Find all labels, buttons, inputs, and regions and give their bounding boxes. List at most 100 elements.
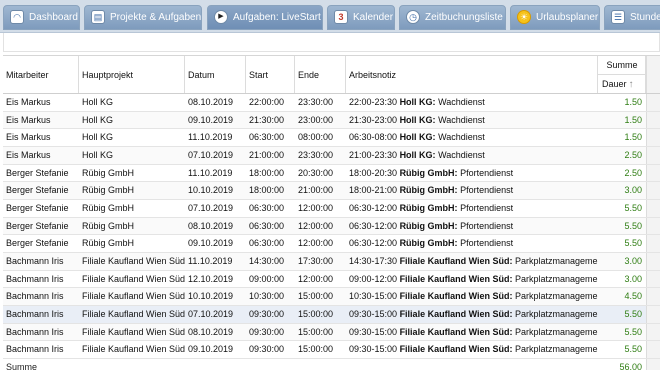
cell-ende: 21:00:00 (298, 185, 334, 196)
cell-dauer: 5.50 (624, 238, 642, 249)
cell-arbeitsnotiz: 06:30-08:00 Holl KG: Wachdienst (346, 129, 598, 146)
table-row[interactable]: Bachmann Iris Filiale Kaufland Wien Süd 07… (3, 305, 660, 324)
note-project: Filiale Kaufland Wien Süd: (399, 255, 513, 266)
note-project: Filiale Kaufland Wien Süd: (399, 273, 513, 284)
note-time: 22:00-23:30 (349, 97, 398, 107)
note-project: Rübig GmbH: (399, 220, 458, 231)
tab-kalender[interactable]: Kalender (327, 5, 395, 30)
cell-dauer: 5.50 (624, 326, 642, 337)
cell-arbeitsnotiz: 06:30-12:00 Rübig GmbH: Pfortendienst (346, 235, 598, 252)
column-header-start[interactable]: Start (246, 56, 295, 93)
scroll-track[interactable] (646, 199, 660, 217)
hours-icon (611, 10, 625, 24)
table-row[interactable]: Berger Stefanie Rübig GmbH 10.10.2019 18:00… (3, 182, 660, 200)
scroll-track[interactable] (646, 146, 660, 164)
table-row[interactable]: Bachmann Iris Filiale Kaufland Wien Süd 10… (3, 288, 660, 306)
table-row[interactable]: Eis Markus Holl KG 08.10.2019 22:00:00 23:30… (3, 94, 660, 112)
cell-mitarbeiter: Berger Stefanie (6, 220, 69, 231)
column-header-hauptprojekt[interactable]: Hauptprojekt (79, 56, 185, 93)
table-row[interactable]: Eis Markus Holl KG 07.10.2019 21:00:00 23:30… (3, 146, 660, 165)
column-header-mitarbeiter[interactable]: Mitarbeiter (3, 56, 79, 93)
cell-start: 09:30:00 (249, 308, 285, 319)
column-header-arbeitsnotiz[interactable]: Arbeitsnotiz (346, 56, 598, 93)
cell-ende: 12:00:00 (298, 273, 334, 284)
scroll-track[interactable] (646, 323, 660, 341)
dauer-label: Dauer (602, 79, 627, 89)
cell-dauer: 3.00 (624, 185, 642, 196)
table-row[interactable]: Eis Markus Holl KG 09.10.2019 21:30:00 23:00… (3, 111, 660, 130)
cell-arbeitsnotiz: 06:30-12:00 Rübig GmbH: Pfortendienst (346, 200, 598, 217)
note-task: Parkplatzmanagement (515, 308, 598, 319)
projects-icon (91, 10, 105, 24)
calendar-icon (334, 10, 348, 24)
cell-arbeitsnotiz: 09:30-15:00 Filiale Kaufland Wien Süd: P… (346, 306, 598, 323)
scroll-track[interactable] (646, 288, 660, 305)
clock-icon (406, 10, 420, 24)
note-project: Rübig GmbH: (399, 167, 458, 178)
table-row[interactable]: Bachmann Iris Filiale Kaufland Wien Süd 12… (3, 270, 660, 289)
cell-start: 10:30:00 (249, 291, 285, 302)
cell-hauptprojekt: Rübig GmbH (82, 238, 135, 249)
note-task: Parkplatzmanagement (515, 344, 598, 355)
note-task: Wachdienst (438, 132, 485, 143)
tab-dashboard[interactable]: Dashboard (3, 5, 80, 30)
cell-ende: 12:00:00 (298, 202, 334, 213)
tab-projekte-aufgaben[interactable]: Projekte & Aufgaben (84, 5, 202, 30)
sort-ascending-icon: ↑ (628, 79, 634, 90)
table-row[interactable]: Eis Markus Holl KG 11.10.2019 06:30:00 08:00… (3, 129, 660, 147)
tab-label: Aufgaben: LiveStart (233, 12, 321, 23)
cell-datum: 11.10.2019 (188, 132, 233, 143)
table-row[interactable]: Bachmann Iris Filiale Kaufland Wien Süd 08… (3, 323, 660, 342)
scroll-track[interactable] (646, 305, 660, 323)
table-row[interactable]: Berger Stefanie Rübig GmbH 07.10.2019 06:30… (3, 199, 660, 218)
tab-aufgaben-livestart[interactable]: Aufgaben: LiveStart (207, 5, 323, 30)
cell-arbeitsnotiz: 18:00-21:00 Rübig GmbH: Pfortendienst (346, 182, 598, 199)
scroll-track[interactable] (646, 111, 660, 129)
table-row[interactable]: Bachmann Iris Filiale Kaufland Wien Süd 09… (3, 341, 660, 359)
cell-start: 09:00:00 (249, 273, 285, 284)
column-header-dauer[interactable]: Dauer ↑ (598, 75, 645, 93)
scroll-track[interactable] (646, 217, 660, 235)
note-time: 09:00-12:00 (349, 273, 398, 284)
dashboard-icon (10, 10, 24, 24)
cell-hauptprojekt: Holl KG (82, 114, 114, 125)
note-task: Pfortendienst (460, 167, 514, 178)
table-row[interactable]: Berger Stefanie Rübig GmbH 11.10.2019 18:00… (3, 164, 660, 183)
tab-urlaubsplaner[interactable]: Urlaubsplaner (510, 5, 600, 30)
scroll-track[interactable] (646, 358, 660, 370)
scroll-track[interactable] (646, 235, 660, 252)
column-header-ende[interactable]: Ende (295, 56, 346, 93)
cell-mitarbeiter: Bachmann Iris (6, 273, 64, 284)
cell-hauptprojekt: Filiale Kaufland Wien Süd (82, 255, 185, 266)
cell-start: 22:00:00 (249, 97, 285, 107)
scroll-track[interactable] (646, 129, 660, 146)
scroll-track[interactable] (646, 164, 660, 182)
cell-ende: 23:30:00 (298, 97, 334, 107)
table-row[interactable]: Berger Stefanie Rübig GmbH 09.10.2019 06:30… (3, 235, 660, 253)
tab-stunden[interactable]: Stunden (604, 5, 660, 30)
cell-ende: 23:00:00 (298, 114, 334, 125)
toolbar (3, 33, 660, 52)
table-row[interactable]: Berger Stefanie Rübig GmbH 08.10.2019 06:30… (3, 217, 660, 236)
note-task: Pfortendienst (460, 185, 514, 196)
column-header-datum[interactable]: Datum (185, 56, 246, 93)
scroll-track[interactable] (646, 252, 660, 270)
scroll-track[interactable] (646, 182, 660, 199)
tab-label: Projekte & Aufgaben (110, 12, 202, 23)
cell-arbeitsnotiz: 14:30-17:30 Filiale Kaufland Wien Süd: P… (346, 253, 598, 270)
note-task: Parkplatzmanagement (515, 291, 598, 302)
cell-ende: 15:00:00 (298, 308, 334, 319)
cell-datum: 08.10.2019 (188, 220, 234, 231)
cell-dauer: 1.50 (624, 97, 642, 107)
cell-mitarbeiter: Eis Markus (6, 132, 51, 143)
tab-zeitbuchungsliste[interactable]: Zeitbuchungsliste (399, 5, 506, 30)
note-time: 18:00-21:00 (349, 185, 398, 196)
table-row[interactable]: Bachmann Iris Filiale Kaufland Wien Süd 11… (3, 252, 660, 271)
scroll-track[interactable] (646, 94, 660, 111)
cell-ende: 12:00:00 (298, 238, 334, 249)
scroll-track[interactable] (646, 270, 660, 288)
scroll-track[interactable] (646, 341, 660, 358)
note-project: Filiale Kaufland Wien Süd: (399, 308, 513, 319)
cell-arbeitsnotiz: 06:30-12:00 Rübig GmbH: Pfortendienst (346, 218, 598, 235)
cell-ende: 15:00:00 (298, 291, 334, 302)
